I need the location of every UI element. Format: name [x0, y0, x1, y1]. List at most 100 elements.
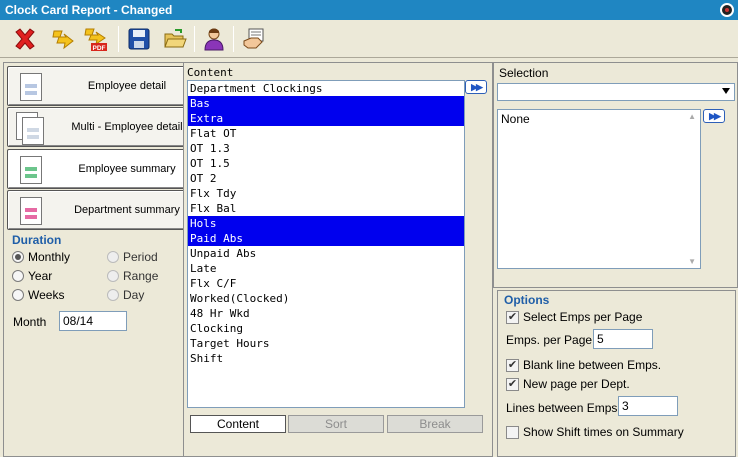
radio-dot [12, 270, 24, 282]
scroll-up-icon[interactable]: ▲ [688, 112, 696, 121]
tab-break[interactable]: Break [387, 415, 483, 433]
content-list-item[interactable]: Bas [188, 96, 464, 111]
content-list-item[interactable]: OT 1.5 [188, 156, 464, 171]
content-list-item[interactable]: Shift [188, 351, 464, 366]
content-list-item[interactable]: Extra [188, 111, 464, 126]
document-icon [20, 73, 42, 101]
toolbar: PDF [0, 20, 738, 58]
content-list-item[interactable]: Target Hours [188, 336, 464, 351]
month-input[interactable]: 08/14 [59, 311, 127, 331]
employee-detail-button[interactable]: Employee detail [7, 66, 205, 106]
monthly-label: Monthly [28, 250, 71, 264]
monthly-radio[interactable]: Monthly [12, 250, 70, 264]
content-panel: Content Department Clockings Bas Extra Flat… [183, 62, 493, 457]
content-list-item[interactable]: OT 1.3 [188, 141, 464, 156]
department-summary-label: Department summary [74, 204, 180, 216]
year-label: Year [28, 269, 53, 283]
report-type-panel: Employee detail Multi - Employee detail … [3, 62, 211, 457]
checkmark-icon: ✔ [506, 377, 519, 391]
new-page-label: New page per Dept. [523, 377, 630, 391]
run-report-button[interactable] [48, 24, 78, 54]
selection-list[interactable]: None ▲ ▼ [497, 109, 701, 269]
period-radio[interactable]: Period [107, 250, 158, 264]
content-list-item[interactable]: Flx Bal [188, 201, 464, 216]
blank-line-label: Blank line between Emps. [523, 358, 662, 372]
pdf-badge: PDF [93, 45, 106, 52]
content-list-item[interactable]: Paid Abs [188, 231, 464, 246]
weeks-radio[interactable]: Weeks [12, 288, 64, 302]
content-list[interactable]: Department Clockings Bas Extra Flat OT OT 1.… [187, 80, 465, 408]
select-emps-per-page-checkbox[interactable]: ✔ Select Emps per Page [506, 310, 642, 324]
tab-sort[interactable]: Sort [288, 415, 384, 433]
selection-list-item[interactable]: None [498, 110, 700, 128]
close-report-button[interactable] [10, 24, 40, 54]
content-list-item[interactable]: Late [188, 261, 464, 276]
title-bar: Clock Card Report - Changed [0, 0, 738, 20]
multi-employee-detail-label: Multi - Employee detail [71, 121, 183, 133]
scroll-down-icon[interactable]: ▼ [688, 257, 696, 266]
checkmark-icon: ✔ [506, 310, 519, 324]
lines-between-input[interactable]: 3 [618, 396, 678, 416]
content-list-item[interactable]: Clocking [188, 321, 464, 336]
options-panel: Options ✔ Select Emps per Page Emps. per … [497, 290, 736, 457]
edit-button[interactable] [240, 24, 270, 54]
tab-content[interactable]: Content [190, 415, 286, 433]
content-list-item[interactable]: Unpaid Abs [188, 246, 464, 261]
selection-label: Selection [499, 66, 549, 80]
radio-dot [12, 251, 24, 263]
hand-document-icon [243, 28, 264, 49]
empty-checkbox-icon [506, 425, 519, 439]
content-list-item[interactable]: Department Clockings [188, 81, 464, 96]
select-emps-per-page-label: Select Emps per Page [523, 310, 643, 324]
show-shift-checkbox[interactable]: Show Shift times on Summary [506, 425, 684, 439]
radio-dot [107, 289, 119, 301]
person-icon [204, 28, 224, 51]
selection-dropdown[interactable] [497, 83, 735, 101]
user-button[interactable] [199, 24, 229, 54]
blank-line-checkbox[interactable]: ✔ Blank line between Emps. [506, 358, 661, 372]
month-label: Month [13, 315, 47, 329]
radio-dot [107, 270, 119, 282]
content-add-arrow-button[interactable]: ▶▶ [465, 80, 487, 94]
multi-document-icon [22, 117, 44, 145]
content-label: Content [187, 66, 234, 79]
day-label: Day [123, 288, 145, 302]
red-x-icon [15, 28, 35, 50]
window-title: Clock Card Report - Changed [5, 3, 173, 17]
content-list-item[interactable]: Worked(Clocked) [188, 291, 464, 306]
close-window-icon[interactable] [720, 3, 734, 17]
weeks-label: Weeks [28, 288, 65, 302]
content-list-item[interactable]: Flx C/F [188, 276, 464, 291]
radio-dot [12, 289, 24, 301]
save-button[interactable] [124, 24, 154, 54]
pdf-report-button[interactable]: PDF [82, 24, 112, 54]
duration-title: Duration [12, 233, 62, 247]
emps-per-page-input[interactable]: 5 [593, 329, 653, 349]
content-list-item[interactable]: OT 2 [188, 171, 464, 186]
employee-summary-button[interactable]: Employee summary [7, 149, 205, 189]
open-button[interactable] [160, 24, 190, 54]
period-label: Period [123, 250, 158, 264]
show-shift-label: Show Shift times on Summary [523, 425, 684, 439]
selection-panel: Selection None ▲ ▼ ▶▶ [493, 62, 738, 288]
toolbar-separator [118, 26, 119, 52]
employee-summary-label: Employee summary [78, 163, 176, 175]
content-list-item[interactable]: Flx Tdy [188, 186, 464, 201]
content-list-item[interactable]: 48 Hr Wkd [188, 306, 464, 321]
toolbar-separator [194, 26, 195, 52]
content-list-item[interactable]: Flat OT [188, 126, 464, 141]
toolbar-separator [233, 26, 234, 52]
day-radio[interactable]: Day [107, 288, 144, 302]
checkmark-icon: ✔ [506, 358, 519, 372]
multi-employee-detail-button[interactable]: Multi - Employee detail [7, 107, 205, 147]
open-folder-icon [164, 29, 187, 48]
selection-add-arrow-button[interactable]: ▶▶ [703, 109, 725, 123]
content-list-item[interactable]: Hols [188, 216, 464, 231]
lightning-arrow-icon [52, 30, 74, 50]
range-radio[interactable]: Range [107, 269, 158, 283]
summary-document-icon [20, 156, 42, 184]
year-radio[interactable]: Year [12, 269, 52, 283]
department-summary-button[interactable]: Department summary [7, 190, 205, 230]
new-page-checkbox[interactable]: ✔ New page per Dept. [506, 377, 630, 391]
employee-detail-label: Employee detail [87, 80, 167, 92]
